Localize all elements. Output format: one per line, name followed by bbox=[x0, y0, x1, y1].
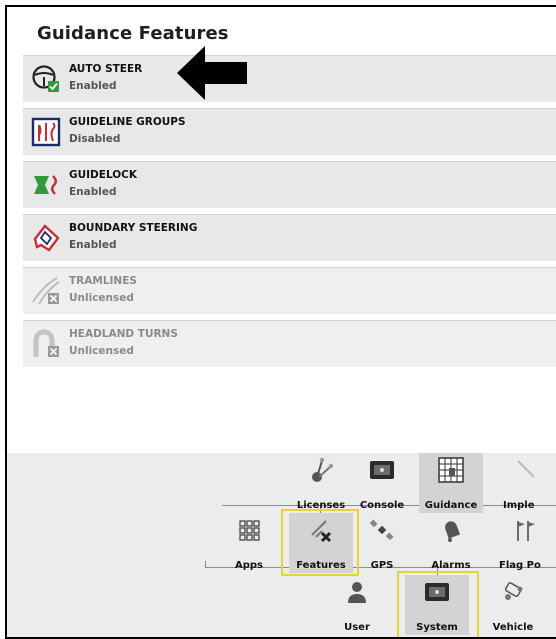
nav-alarms-button[interactable]: Alarms bbox=[419, 513, 483, 573]
nav-vehicle-button[interactable]: Vehicle bbox=[481, 575, 545, 635]
nav-system-button[interactable]: System bbox=[405, 575, 469, 635]
nav-label: Flag Po bbox=[499, 560, 541, 571]
user-icon bbox=[348, 582, 366, 603]
nav-licenses-button[interactable]: Licenses bbox=[289, 453, 353, 513]
nav-user-button[interactable]: User bbox=[325, 575, 389, 635]
feature-name: HEADLAND TURNS bbox=[69, 328, 178, 340]
guideline-groups-icon bbox=[31, 117, 61, 147]
boundary-steering-icon bbox=[33, 224, 60, 252]
nav-guidance-button[interactable]: Guidance bbox=[419, 453, 483, 513]
nav-gps-button[interactable]: GPS bbox=[350, 513, 414, 573]
feature-name: GUIDELOCK bbox=[69, 169, 138, 181]
screen-frame: Guidance Features AUTO STEER Enabled GUI… bbox=[5, 5, 556, 639]
nav-label: Apps bbox=[234, 560, 263, 571]
tramlines-icon bbox=[32, 277, 60, 305]
nav-label: Imple bbox=[503, 500, 535, 511]
nav-label: GPS bbox=[370, 560, 394, 571]
navigation-area: Licenses Console Guidance Imple Apps Fea… bbox=[7, 453, 556, 637]
guidelock-icon bbox=[34, 175, 57, 195]
nav-label: Features bbox=[296, 560, 346, 571]
nav-apps-button[interactable]: Apps bbox=[217, 513, 281, 573]
guidance-grid-icon bbox=[438, 457, 464, 483]
feature-status: Enabled bbox=[69, 239, 117, 251]
keys-icon bbox=[312, 457, 334, 482]
headland-turns-icon bbox=[33, 329, 59, 357]
feature-row-auto-steer[interactable]: AUTO STEER Enabled bbox=[23, 55, 556, 102]
apps-grid-icon bbox=[239, 520, 260, 541]
feature-row-guidelock[interactable]: GUIDELOCK Enabled bbox=[23, 161, 556, 208]
flag-icon bbox=[517, 521, 535, 541]
feature-name: AUTO STEER bbox=[69, 63, 143, 75]
feature-status: Disabled bbox=[69, 133, 121, 145]
system-console-icon bbox=[425, 583, 449, 601]
vehicle-icon bbox=[504, 582, 523, 600]
feature-status: Enabled bbox=[69, 186, 117, 198]
feature-status: Unlicensed bbox=[69, 345, 134, 357]
feature-status: Unlicensed bbox=[69, 292, 134, 304]
features-tools-icon bbox=[311, 520, 332, 543]
features-panel: Guidance Features AUTO STEER Enabled GUI… bbox=[7, 7, 556, 453]
page-title: Guidance Features bbox=[37, 23, 229, 44]
feature-name: GUIDELINE GROUPS bbox=[69, 116, 186, 128]
feature-row-headland-turns[interactable]: HEADLAND TURNS Unlicensed bbox=[23, 320, 556, 367]
feature-row-tramlines[interactable]: TRAMLINES Unlicensed bbox=[23, 267, 556, 314]
feature-row-guideline-groups[interactable]: GUIDELINE GROUPS Disabled bbox=[23, 108, 556, 155]
nav-flag-points-button[interactable]: Flag Po bbox=[493, 513, 556, 573]
nav-label: Vehicle bbox=[492, 622, 534, 633]
feature-row-boundary-steering[interactable]: BOUNDARY STEERING Enabled bbox=[23, 214, 556, 261]
nav-label: Console bbox=[359, 500, 405, 511]
nav-label: User bbox=[344, 622, 370, 633]
nav-implement-button[interactable]: Imple bbox=[493, 453, 556, 513]
satellite-icon bbox=[369, 519, 394, 541]
nav-console-button[interactable]: Console bbox=[350, 453, 414, 513]
nav-label: Guidance bbox=[424, 500, 478, 511]
feature-status: Enabled bbox=[69, 80, 117, 92]
steering-wheel-icon bbox=[32, 65, 59, 92]
nav-features-button[interactable]: Features bbox=[289, 513, 353, 573]
nav-label: Licenses bbox=[296, 500, 346, 511]
nav-label: System bbox=[416, 622, 458, 633]
bell-icon bbox=[445, 521, 461, 542]
console-icon bbox=[370, 461, 394, 479]
nav-connector bbox=[205, 561, 206, 568]
feature-name: TRAMLINES bbox=[69, 275, 137, 287]
implement-icon bbox=[517, 460, 535, 478]
nav-label: Alarms bbox=[431, 560, 471, 571]
feature-name: BOUNDARY STEERING bbox=[69, 222, 198, 234]
pointer-arrow-icon bbox=[177, 46, 247, 100]
